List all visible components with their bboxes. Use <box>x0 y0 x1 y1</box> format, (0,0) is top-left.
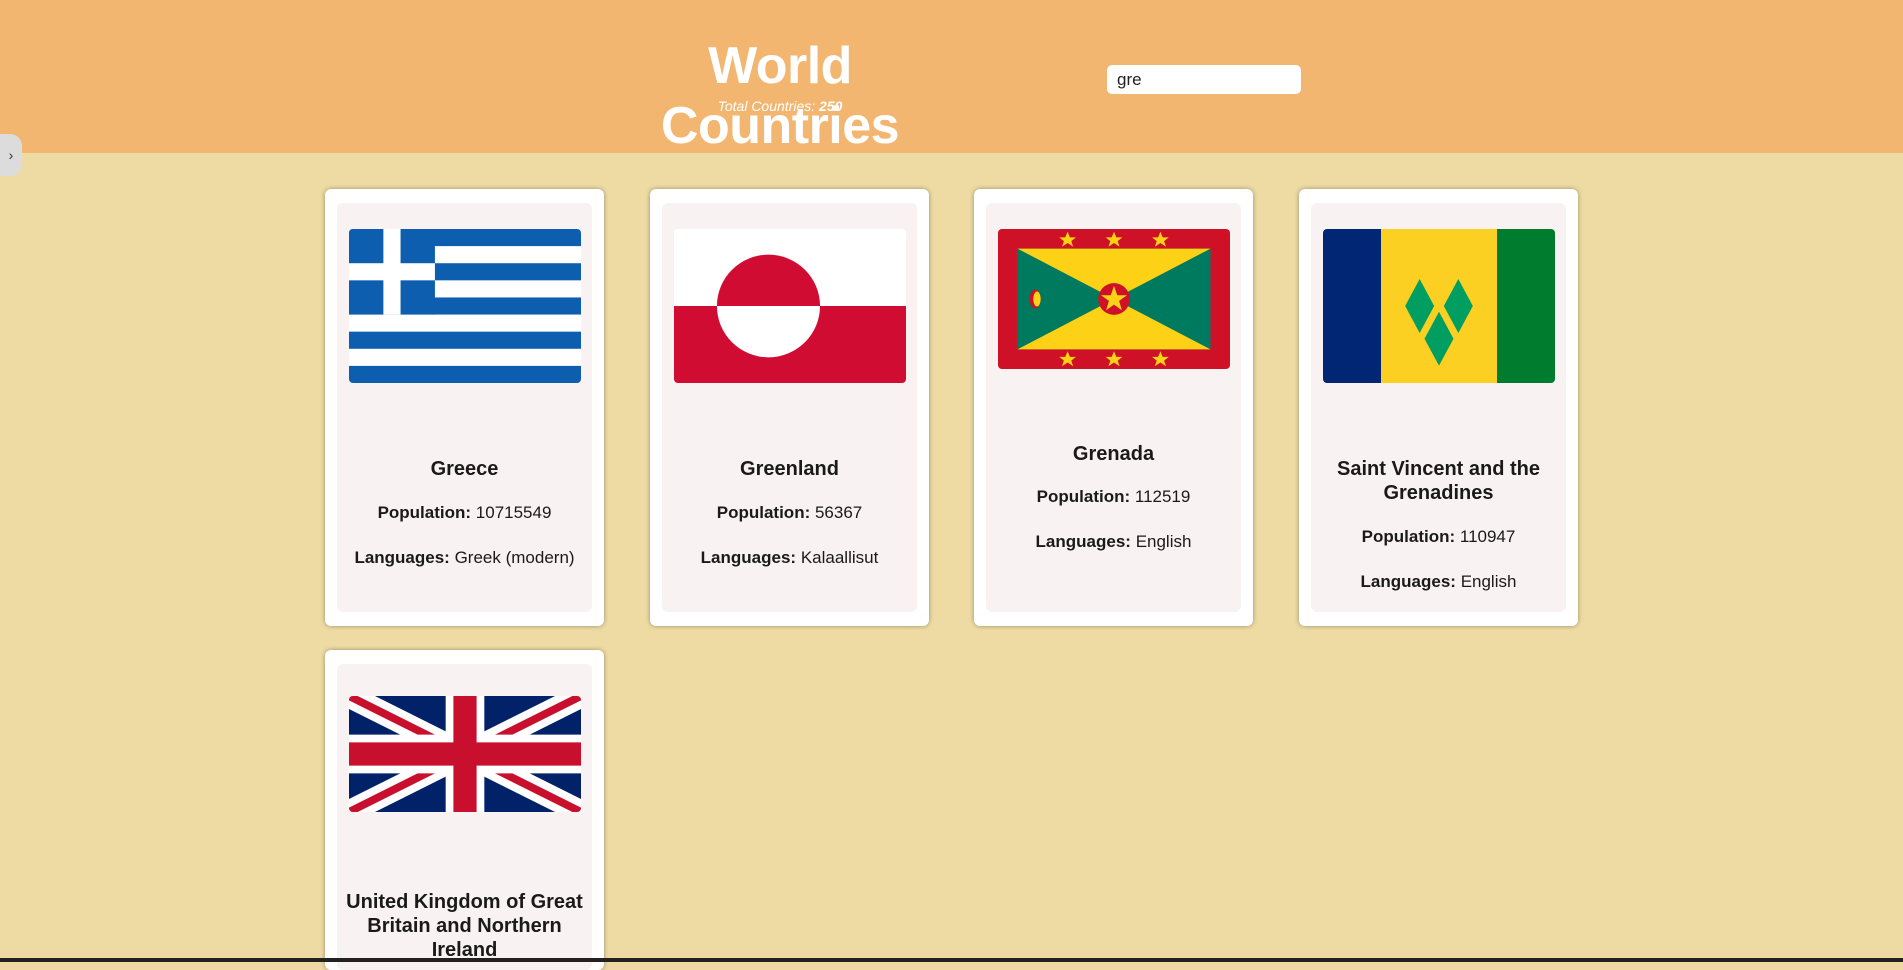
greece-flag <box>349 229 581 383</box>
population-value: 56367 <box>814 503 863 522</box>
country-name: United Kingdom of Great Britain and Nort… <box>346 891 583 961</box>
population-label: Population: <box>716 503 811 522</box>
page-title: World Countries <box>660 37 900 155</box>
population-label: Population: <box>1361 527 1456 546</box>
country-name: Greece <box>430 458 499 480</box>
page-header: World Countries Total Countries: 250 <box>0 0 1903 155</box>
languages-value: English <box>1460 572 1517 591</box>
languages-value: English <box>1135 532 1192 551</box>
card-body: United Kingdom of Great Britain and Nort… <box>337 664 592 970</box>
population-value: 112519 <box>1134 487 1191 506</box>
population-row: Population: 112519 <box>986 487 1241 507</box>
grenada-flag <box>998 229 1230 369</box>
languages-row: Languages: English <box>986 532 1241 552</box>
country-card[interactable]: Saint Vincent and the Grenadines Populat… <box>1299 189 1578 626</box>
languages-label: Languages: <box>354 548 450 567</box>
languages-row: Languages: Greek (modern) <box>337 548 592 568</box>
population-value: 10715549 <box>475 503 552 522</box>
languages-row: Languages: Kalaallisut <box>662 548 917 568</box>
population-label: Population: <box>377 503 472 522</box>
country-card[interactable]: United Kingdom of Great Britain and Nort… <box>325 650 604 970</box>
search-input[interactable] <box>1107 65 1301 94</box>
total-countries-label: Total Countries: <box>717 98 816 114</box>
uk-flag <box>349 696 581 812</box>
card-body: Grenada Population: 112519 Languages: En… <box>986 203 1241 612</box>
country-name: Grenada <box>1072 443 1155 465</box>
chevron-right-icon: › <box>8 147 14 163</box>
total-countries: Total Countries: 250 <box>600 98 960 114</box>
languages-label: Languages: <box>1035 532 1131 551</box>
greenland-flag <box>674 229 906 383</box>
country-card[interactable]: Grenada Population: 112519 Languages: En… <box>974 189 1253 626</box>
country-name: Greenland <box>740 458 839 480</box>
saint-vincent-flag <box>1323 229 1555 383</box>
population-row: Population: 56367 <box>662 503 917 523</box>
population-value: 110947 <box>1459 527 1516 546</box>
card-body: Greece Population: 10715549 Languages: G… <box>337 203 592 612</box>
languages-row: Languages: English <box>1311 572 1566 592</box>
country-name: Saint Vincent and the Grenadines <box>1337 458 1540 504</box>
card-body: Greenland Population: 56367 Languages: K… <box>662 203 917 612</box>
languages-label: Languages: <box>700 548 797 567</box>
card-body: Saint Vincent and the Grenadines Populat… <box>1311 203 1566 612</box>
population-label: Population: <box>1036 487 1131 506</box>
languages-value: Kalaallisut <box>800 548 879 567</box>
population-row: Population: 10715549 <box>337 503 592 523</box>
country-card[interactable]: Greece Population: 10715549 Languages: G… <box>325 189 604 626</box>
languages-value: Greek (modern) <box>454 548 575 567</box>
bottom-edge <box>0 958 1903 962</box>
population-row: Population: 110947 <box>1311 527 1566 547</box>
country-card[interactable]: Greenland Population: 56367 Languages: K… <box>650 189 929 626</box>
sidebar-toggle-button[interactable]: › <box>0 134 22 176</box>
languages-label: Languages: <box>1360 572 1456 591</box>
total-countries-count: 250 <box>819 98 843 114</box>
